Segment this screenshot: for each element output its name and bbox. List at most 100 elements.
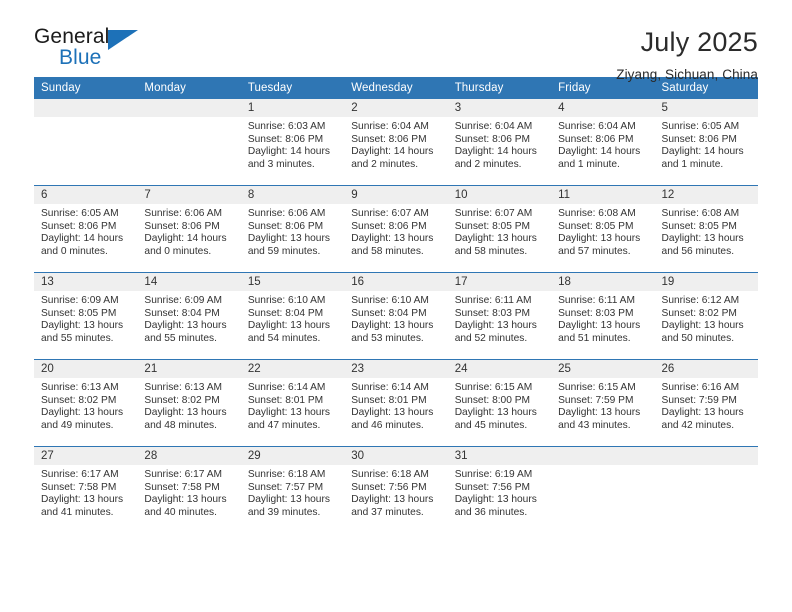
day-number: 1 [240, 99, 345, 117]
calendar-page: General Blue July 2025 Ziyang, Sichuan, … [0, 0, 792, 612]
sunrise-text: Sunrise: 6:04 AM [558, 121, 636, 132]
sunset-text: Sunset: 8:03 PM [558, 307, 634, 319]
sunrise-text: Sunrise: 6:11 AM [558, 295, 635, 306]
day-cell[interactable]: 25 Sunrise: 6:15 AM Sunset: 7:59 PM Dayl… [551, 359, 655, 447]
day-details: Sunrise: 6:10 AM Sunset: 8:04 PM Dayligh… [241, 291, 344, 345]
day-cell[interactable]: 22 Sunrise: 6:14 AM Sunset: 8:01 PM Dayl… [240, 359, 345, 447]
day-cell[interactable]: 23 Sunrise: 6:14 AM Sunset: 8:01 PM Dayl… [344, 359, 448, 447]
day-details: Sunrise: 6:15 AM Sunset: 8:00 PM Dayligh… [448, 378, 551, 432]
day-cell[interactable]: 29 Sunrise: 6:18 AM Sunset: 7:57 PM Dayl… [240, 446, 345, 533]
sunset-text: Sunset: 8:04 PM [351, 307, 427, 319]
sunrise-text: Sunrise: 6:03 AM [247, 121, 326, 132]
day-cell[interactable] [551, 446, 655, 533]
day-details: Sunrise: 6:09 AM Sunset: 8:04 PM Dayligh… [137, 291, 240, 345]
day-details [655, 465, 758, 469]
sunrise-text: Sunrise: 6:05 AM [41, 208, 119, 219]
day-cell[interactable]: 15 Sunrise: 6:10 AM Sunset: 8:04 PM Dayl… [240, 272, 345, 360]
day-details: Sunrise: 6:05 AM Sunset: 8:06 PM Dayligh… [655, 117, 758, 171]
day-number: 13 [34, 273, 138, 291]
day-cell[interactable] [654, 446, 758, 533]
daylight-text: Daylight: 13 hours and 36 minutes. [454, 494, 537, 518]
day-details: Sunrise: 6:12 AM Sunset: 8:02 PM Dayligh… [655, 291, 758, 345]
sunset-text: Sunset: 8:02 PM [144, 394, 220, 406]
day-cell[interactable]: 2 Sunrise: 6:04 AM Sunset: 8:06 PM Dayli… [344, 99, 448, 186]
day-cell[interactable]: 28 Sunrise: 6:17 AM Sunset: 7:58 PM Dayl… [137, 446, 241, 533]
weekday-header-sunday: Sunday [34, 77, 138, 99]
day-number: 25 [551, 360, 655, 378]
day-cell[interactable]: 11 Sunrise: 6:08 AM Sunset: 8:05 PM Dayl… [551, 185, 655, 273]
day-details: Sunrise: 6:11 AM Sunset: 8:03 PM Dayligh… [551, 291, 654, 345]
day-cell[interactable]: 9 Sunrise: 6:07 AM Sunset: 8:06 PM Dayli… [344, 185, 448, 273]
day-number: 17 [447, 273, 552, 291]
sunset-text: Sunset: 8:06 PM [558, 133, 634, 145]
sunset-text: Sunset: 7:58 PM [41, 481, 117, 493]
day-cell[interactable]: 4 Sunrise: 6:04 AM Sunset: 8:06 PM Dayli… [551, 99, 655, 186]
daylight-text: Daylight: 14 hours and 3 minutes. [247, 146, 330, 170]
day-details: Sunrise: 6:08 AM Sunset: 8:05 PM Dayligh… [655, 204, 758, 258]
sunrise-text: Sunrise: 6:06 AM [144, 208, 223, 219]
day-cell[interactable]: 30 Sunrise: 6:18 AM Sunset: 7:56 PM Dayl… [344, 446, 448, 533]
sunrise-text: Sunrise: 6:13 AM [144, 382, 223, 393]
day-cell[interactable] [137, 99, 241, 186]
title-block: July 2025 Ziyang, Sichuan, China [616, 26, 758, 83]
sunrise-text: Sunrise: 6:15 AM [558, 382, 636, 393]
daylight-text: Daylight: 13 hours and 49 minutes. [41, 407, 124, 431]
day-cell[interactable]: 19 Sunrise: 6:12 AM Sunset: 8:02 PM Dayl… [654, 272, 758, 360]
day-number: 2 [344, 99, 448, 117]
location-subtitle: Ziyang, Sichuan, China [616, 67, 758, 83]
sunset-text: Sunset: 8:06 PM [144, 220, 220, 232]
weekday-header-thursday: Thursday [447, 77, 552, 99]
day-cell[interactable]: 5 Sunrise: 6:05 AM Sunset: 8:06 PM Dayli… [654, 99, 758, 186]
sunrise-text: Sunrise: 6:18 AM [351, 469, 429, 480]
sunrise-text: Sunrise: 6:13 AM [41, 382, 119, 393]
sunrise-text: Sunrise: 6:08 AM [558, 208, 636, 219]
day-details: Sunrise: 6:09 AM Sunset: 8:05 PM Dayligh… [34, 291, 137, 345]
day-cell[interactable]: 3 Sunrise: 6:04 AM Sunset: 8:06 PM Dayli… [447, 99, 552, 186]
day-number: 15 [240, 273, 345, 291]
day-cell[interactable]: 26 Sunrise: 6:16 AM Sunset: 7:59 PM Dayl… [654, 359, 758, 447]
day-number: 21 [137, 360, 241, 378]
day-cell[interactable]: 31 Sunrise: 6:19 AM Sunset: 7:56 PM Dayl… [447, 446, 552, 533]
sunset-text: Sunset: 8:06 PM [661, 133, 737, 145]
day-details: Sunrise: 6:13 AM Sunset: 8:02 PM Dayligh… [34, 378, 137, 432]
day-number: 20 [34, 360, 138, 378]
day-cell[interactable]: 17 Sunrise: 6:11 AM Sunset: 8:03 PM Dayl… [447, 272, 552, 360]
day-cell[interactable]: 16 Sunrise: 6:10 AM Sunset: 8:04 PM Dayl… [344, 272, 448, 360]
day-number: 23 [344, 360, 448, 378]
day-details: Sunrise: 6:10 AM Sunset: 8:04 PM Dayligh… [344, 291, 447, 345]
sunset-text: Sunset: 8:05 PM [41, 307, 117, 319]
day-cell[interactable]: 12 Sunrise: 6:08 AM Sunset: 8:05 PM Dayl… [654, 185, 758, 273]
day-cell[interactable]: 13 Sunrise: 6:09 AM Sunset: 8:05 PM Dayl… [34, 272, 138, 360]
daylight-text: Daylight: 13 hours and 52 minutes. [454, 320, 537, 344]
day-cell[interactable]: 7 Sunrise: 6:06 AM Sunset: 8:06 PM Dayli… [137, 185, 241, 273]
day-cell[interactable]: 14 Sunrise: 6:09 AM Sunset: 8:04 PM Dayl… [137, 272, 241, 360]
daylight-text: Daylight: 14 hours and 0 minutes. [144, 233, 227, 257]
day-cell[interactable]: 18 Sunrise: 6:11 AM Sunset: 8:03 PM Dayl… [551, 272, 655, 360]
day-cell[interactable]: 21 Sunrise: 6:13 AM Sunset: 8:02 PM Dayl… [137, 359, 241, 447]
day-cell[interactable]: 6 Sunrise: 6:05 AM Sunset: 8:06 PM Dayli… [34, 185, 138, 273]
day-details [137, 117, 240, 121]
daylight-text: Daylight: 13 hours and 45 minutes. [454, 407, 537, 431]
day-cell[interactable]: 27 Sunrise: 6:17 AM Sunset: 7:58 PM Dayl… [34, 446, 138, 533]
day-details: Sunrise: 6:17 AM Sunset: 7:58 PM Dayligh… [137, 465, 240, 519]
sunrise-text: Sunrise: 6:14 AM [247, 382, 326, 393]
day-number: 30 [344, 447, 448, 465]
day-cell[interactable] [34, 99, 138, 186]
day-cell[interactable]: 20 Sunrise: 6:13 AM Sunset: 8:02 PM Dayl… [34, 359, 138, 447]
general-blue-logo: General Blue [34, 26, 149, 72]
day-number: 28 [137, 447, 241, 465]
calendar-body: 1 Sunrise: 6:03 AM Sunset: 8:06 PM Dayli… [34, 99, 758, 533]
sunset-text: Sunset: 8:05 PM [454, 220, 531, 232]
sunrise-text: Sunrise: 6:17 AM [41, 469, 119, 480]
day-cell[interactable]: 24 Sunrise: 6:15 AM Sunset: 8:00 PM Dayl… [447, 359, 552, 447]
day-cell[interactable]: 8 Sunrise: 6:06 AM Sunset: 8:06 PM Dayli… [240, 185, 345, 273]
day-number: 9 [344, 186, 448, 204]
sunrise-text: Sunrise: 6:17 AM [144, 469, 223, 480]
page-title: July 2025 [640, 27, 758, 57]
day-cell[interactable]: 10 Sunrise: 6:07 AM Sunset: 8:05 PM Dayl… [447, 185, 552, 273]
logo-triangle-icon [108, 30, 138, 50]
day-number [551, 447, 655, 465]
day-details: Sunrise: 6:13 AM Sunset: 8:02 PM Dayligh… [137, 378, 240, 432]
day-number: 24 [447, 360, 552, 378]
day-cell[interactable]: 1 Sunrise: 6:03 AM Sunset: 8:06 PM Dayli… [240, 99, 345, 186]
